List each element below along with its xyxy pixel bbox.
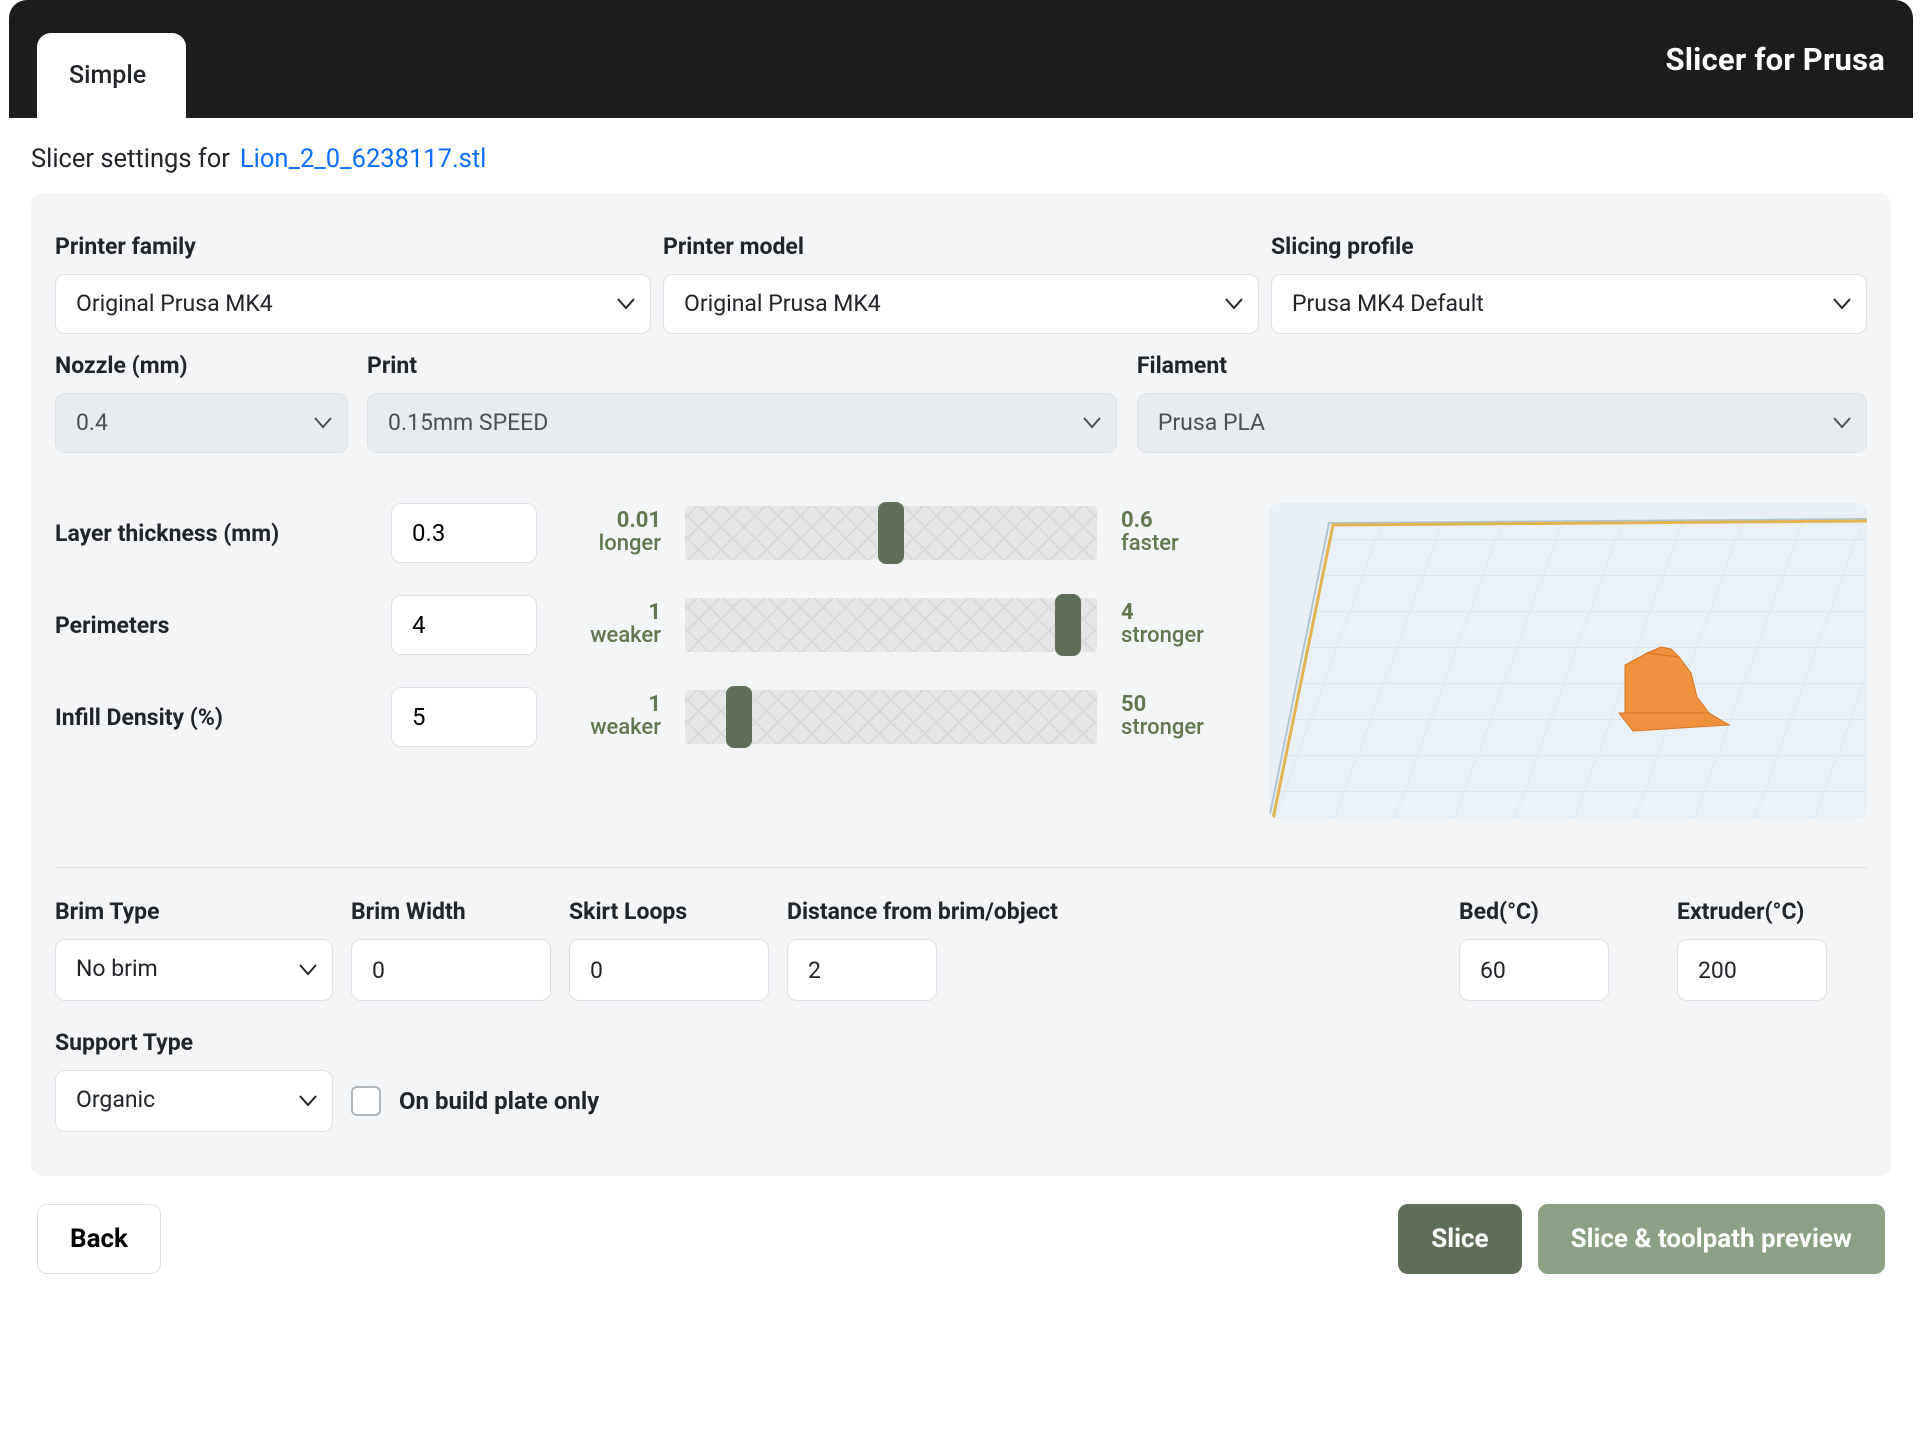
infill-label: Infill Density (%) [55,704,367,731]
layer-thickness-slider[interactable] [685,506,1097,560]
brim-width-input[interactable] [351,939,551,1001]
layer-max-num: 0.6 [1121,510,1153,532]
printer-model-label: Printer model [663,233,1259,260]
back-button[interactable]: Back [37,1204,161,1274]
app-window: Simple Slicer for Prusa Slicer settings … [9,0,1913,1274]
slice-preview-button[interactable]: Slice & toolpath preview [1538,1204,1885,1274]
filament-label: Filament [1137,352,1867,379]
layer-thickness-input[interactable] [391,503,537,563]
brim-type-select[interactable]: No brim [55,939,333,1001]
infill-max-word: stronger [1121,716,1204,740]
slicing-profile-label: Slicing profile [1271,233,1867,260]
infill-min-word: weaker [590,716,661,740]
perimeters-row: Perimeters 1 weaker 4 stronger [55,595,1221,655]
extruder-temp-input[interactable] [1677,939,1827,1001]
brim-type-label: Brim Type [55,898,333,925]
subheader-prefix: Slicer settings for [31,144,230,174]
divider [55,867,1867,868]
skirt-loops-label: Skirt Loops [569,898,769,925]
model-preview[interactable] [1269,503,1867,819]
file-link[interactable]: Lion_2_0_6238117.stl [240,144,486,174]
skirt-loops-input[interactable] [569,939,769,1001]
perimeters-slider[interactable] [685,598,1097,652]
build-plate-only-label: On build plate only [399,1087,599,1115]
layer-min-num: 0.01 [617,510,661,532]
perimeters-min-word: weaker [590,624,661,648]
perimeters-max-num: 4 [1121,602,1134,624]
layer-min-word: longer [599,532,661,556]
subheader: Slicer settings for Lion_2_0_6238117.stl [9,118,1913,193]
distance-label: Distance from brim/object [787,898,1117,925]
perimeters-min-num: 1 [648,602,661,624]
brim-width-label: Brim Width [351,898,551,925]
build-plate-only-checkbox[interactable] [351,1086,381,1116]
layer-max-word: faster [1121,532,1179,556]
distance-input[interactable] [787,939,937,1001]
slider-thumb[interactable] [1055,594,1081,656]
settings-panel: Printer family Original Prusa MK4 Printe… [31,193,1891,1176]
slider-thumb[interactable] [726,686,752,748]
support-type-select[interactable]: Organic [55,1070,333,1132]
layer-thickness-row: Layer thickness (mm) 0.01 longer 0.6 fas… [55,503,1221,563]
nozzle-label: Nozzle (mm) [55,352,348,379]
printer-family-label: Printer family [55,233,651,260]
tab-strip: Simple [37,0,186,118]
slider-thumb[interactable] [878,502,904,564]
perimeters-label: Perimeters [55,612,367,639]
header-bar: Simple Slicer for Prusa [9,0,1913,118]
infill-max-num: 50 [1121,694,1146,716]
layer-thickness-label: Layer thickness (mm) [55,520,367,547]
printer-model-select[interactable]: Original Prusa MK4 [663,274,1259,334]
support-type-label: Support Type [55,1029,333,1056]
nozzle-select[interactable]: 0.4 [55,393,348,453]
tab-simple[interactable]: Simple [37,33,186,118]
infill-row: Infill Density (%) 1 weaker 50 stronger [55,687,1221,747]
infill-slider[interactable] [685,690,1097,744]
extruder-temp-label: Extruder(°C) [1677,898,1867,925]
bed-temp-label: Bed(°C) [1459,898,1659,925]
perimeters-input[interactable] [391,595,537,655]
filament-select[interactable]: Prusa PLA [1137,393,1867,453]
slice-button[interactable]: Slice [1398,1204,1521,1274]
app-title: Slicer for Prusa [1665,41,1885,78]
print-label: Print [367,352,1117,379]
perimeters-max-word: stronger [1121,624,1204,648]
bed-temp-input[interactable] [1459,939,1609,1001]
infill-min-num: 1 [648,694,661,716]
printer-family-select[interactable]: Original Prusa MK4 [55,274,651,334]
infill-input[interactable] [391,687,537,747]
slicing-profile-select[interactable]: Prusa MK4 Default [1271,274,1867,334]
footer: Back Slice Slice & toolpath preview [9,1176,1913,1274]
print-select[interactable]: 0.15mm SPEED [367,393,1117,453]
